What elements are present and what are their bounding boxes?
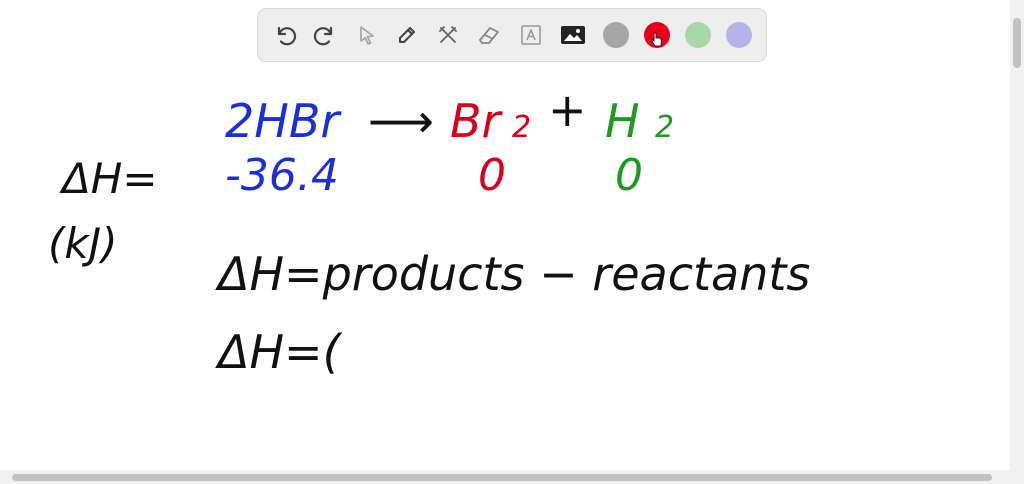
eraser-icon — [476, 23, 502, 47]
plus-sign: + — [548, 83, 587, 137]
drawing-toolbar — [257, 8, 767, 62]
enthalpy-formula: ΔH=products − reactants — [215, 247, 810, 301]
handwriting-layer: ΔH= (kJ) 2HBr ⟶ Br 2 + H 2 -36.4 0 0 ΔH=… — [48, 83, 810, 379]
vertical-scrollbar[interactable] — [1010, 0, 1024, 470]
text-tool-button[interactable] — [516, 20, 546, 50]
product2-enthalpy: 0 — [615, 150, 643, 201]
horizontal-scrollbar-thumb[interactable] — [12, 474, 992, 481]
product1-enthalpy: 0 — [478, 150, 506, 201]
image-tool-button[interactable] — [558, 20, 588, 50]
reactant-formula: 2HBr — [225, 94, 342, 148]
whiteboard-canvas[interactable]: ΔH= (kJ) 2HBr ⟶ Br 2 + H 2 -36.4 0 0 ΔH=… — [0, 0, 1010, 470]
select-pointer-icon — [355, 23, 379, 47]
color-green-swatch[interactable] — [685, 22, 711, 48]
text-icon — [519, 23, 543, 47]
pen-tool-button[interactable] — [392, 20, 422, 50]
undo-icon — [272, 22, 298, 48]
color-red-swatch[interactable] — [644, 22, 670, 48]
product1-subscript: 2 — [512, 110, 531, 145]
reactant-enthalpy: -36.4 — [225, 150, 339, 201]
product1-formula: Br — [450, 94, 504, 148]
enthalpy-calculation: ΔH=( — [215, 325, 343, 379]
vertical-scrollbar-thumb[interactable] — [1013, 18, 1021, 68]
units-label: (kJ) — [48, 219, 117, 268]
cursor-hand-icon — [651, 31, 663, 51]
product2-subscript: 2 — [655, 110, 674, 145]
reaction-arrow: ⟶ — [368, 94, 434, 148]
horizontal-scrollbar[interactable] — [0, 470, 1024, 484]
delta-h-label: ΔH= — [59, 154, 158, 203]
redo-icon — [312, 22, 338, 48]
color-lavender-swatch[interactable] — [726, 22, 752, 48]
tools-icon — [436, 23, 460, 47]
eraser-tool-button[interactable] — [474, 20, 504, 50]
select-tool-button[interactable] — [352, 20, 382, 50]
product2-formula: H — [605, 94, 640, 148]
undo-button[interactable] — [270, 20, 300, 50]
redo-button[interactable] — [310, 20, 340, 50]
pen-icon — [395, 23, 419, 47]
color-gray-swatch[interactable] — [603, 22, 629, 48]
tools-button[interactable] — [433, 20, 463, 50]
image-icon — [559, 23, 587, 47]
